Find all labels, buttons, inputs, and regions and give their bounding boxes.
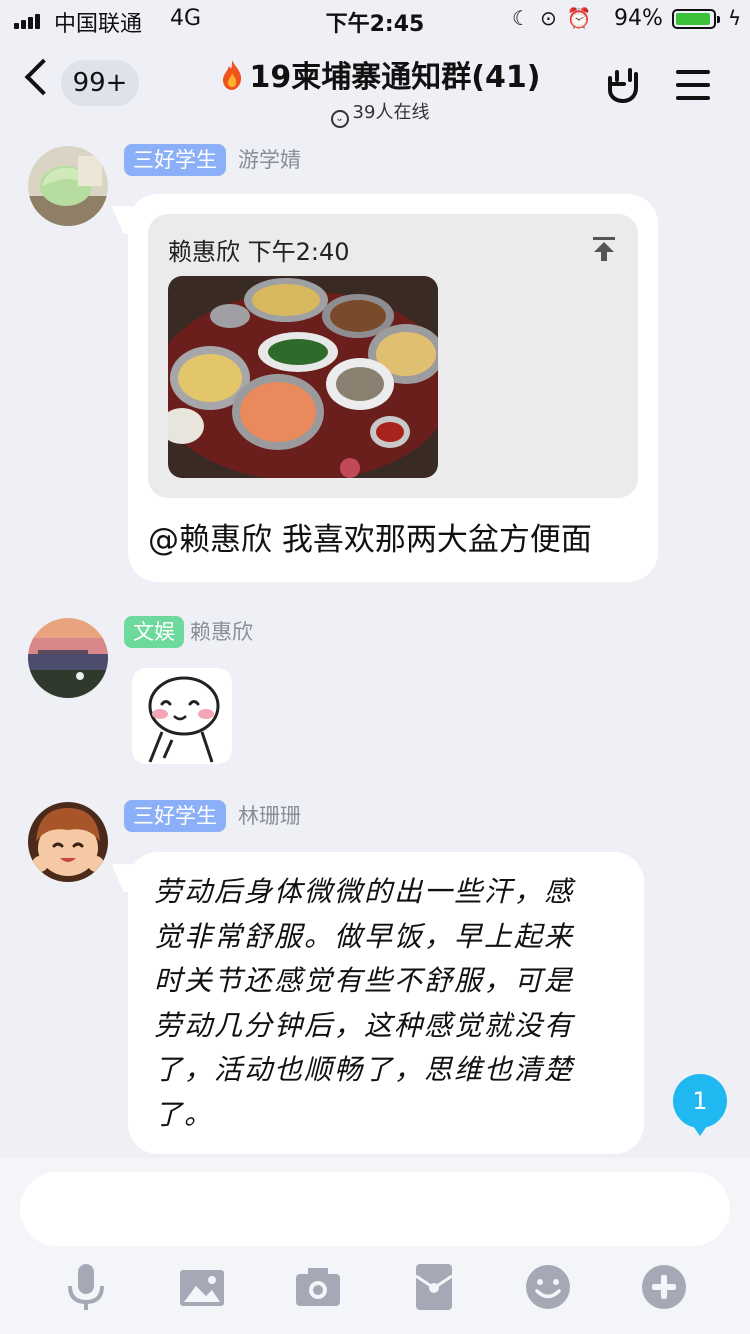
alarm-icon: ⏰ [566,6,592,30]
rotation-lock-icon: ⊙ [539,6,557,30]
avatar[interactable] [28,146,108,226]
chat-header: 99+ 19柬埔寨通知群(41) ⌄ 39人在线 [0,40,750,128]
member-title-tag: 文娱 [124,616,184,648]
quoted-author: 赖惠欣 [168,238,240,266]
unread-count-badge[interactable]: 99+ [61,60,139,106]
quoted-time: 下午2:40 [247,238,350,266]
online-count: 39人在线 [352,102,430,123]
avatar[interactable] [28,618,108,698]
message-bubble[interactable]: 赖惠欣 下午2:40 @赖惠欣 我喜欢那两大盆方便面 [128,194,658,582]
battery-icon [672,9,720,29]
charging-icon: ϟ [728,6,742,30]
message-bubble[interactable]: 劳动后身体微微的出一些汗，感 觉非常舒服。做早饭，早上起来 时关节还感觉有些不舒… [128,852,644,1154]
moon-icon: ☾ [512,6,530,30]
sender-name[interactable]: 赖惠欣 [190,616,253,648]
hand-gesture-icon[interactable] [604,64,644,104]
battery-percent: 94% [614,6,663,31]
status-bar: 中国联通 4G 下午2:45 ☾ ⊙ ⏰ 94% ϟ [0,0,750,40]
food-photo[interactable] [168,276,438,478]
member-title-tag: 三好学生 [124,144,226,176]
battery-fill [676,13,710,25]
camera-icon[interactable] [294,1262,342,1312]
input-toolbar [0,1262,750,1318]
message-text: 劳动后身体微微的出一些汗，感 觉非常舒服。做早饭，早上起来 时关节还感觉有些不舒… [154,875,575,1131]
back-icon[interactable] [24,58,62,96]
message-text: @赖惠欣 我喜欢那两大盆方便面 [148,522,592,558]
sender-name[interactable]: 林珊珊 [238,800,301,832]
chat-title: 19柬埔寨通知群(41) [249,60,541,95]
menu-icon[interactable] [676,70,710,100]
red-packet-icon[interactable] [410,1262,458,1312]
fire-icon [222,60,241,90]
chat-title-area[interactable]: 19柬埔寨通知群(41) ⌄ 39人在线 [180,52,580,128]
avatar[interactable] [28,802,108,882]
message-input[interactable] [20,1172,730,1246]
jump-to-top-icon[interactable] [592,236,616,262]
image-icon[interactable] [178,1262,226,1312]
microphone-icon[interactable] [62,1262,110,1312]
sender-name[interactable]: 游学婧 [238,144,301,176]
plus-icon[interactable] [640,1262,688,1312]
new-message-badge[interactable]: 1 [673,1074,727,1136]
emoji-icon[interactable] [524,1262,572,1312]
smiling-face-sticker[interactable] [132,668,232,764]
chevron-down-icon: ⌄ [330,110,349,128]
quoted-message[interactable]: 赖惠欣 下午2:40 [148,214,638,498]
member-title-tag: 三好学生 [124,800,226,832]
